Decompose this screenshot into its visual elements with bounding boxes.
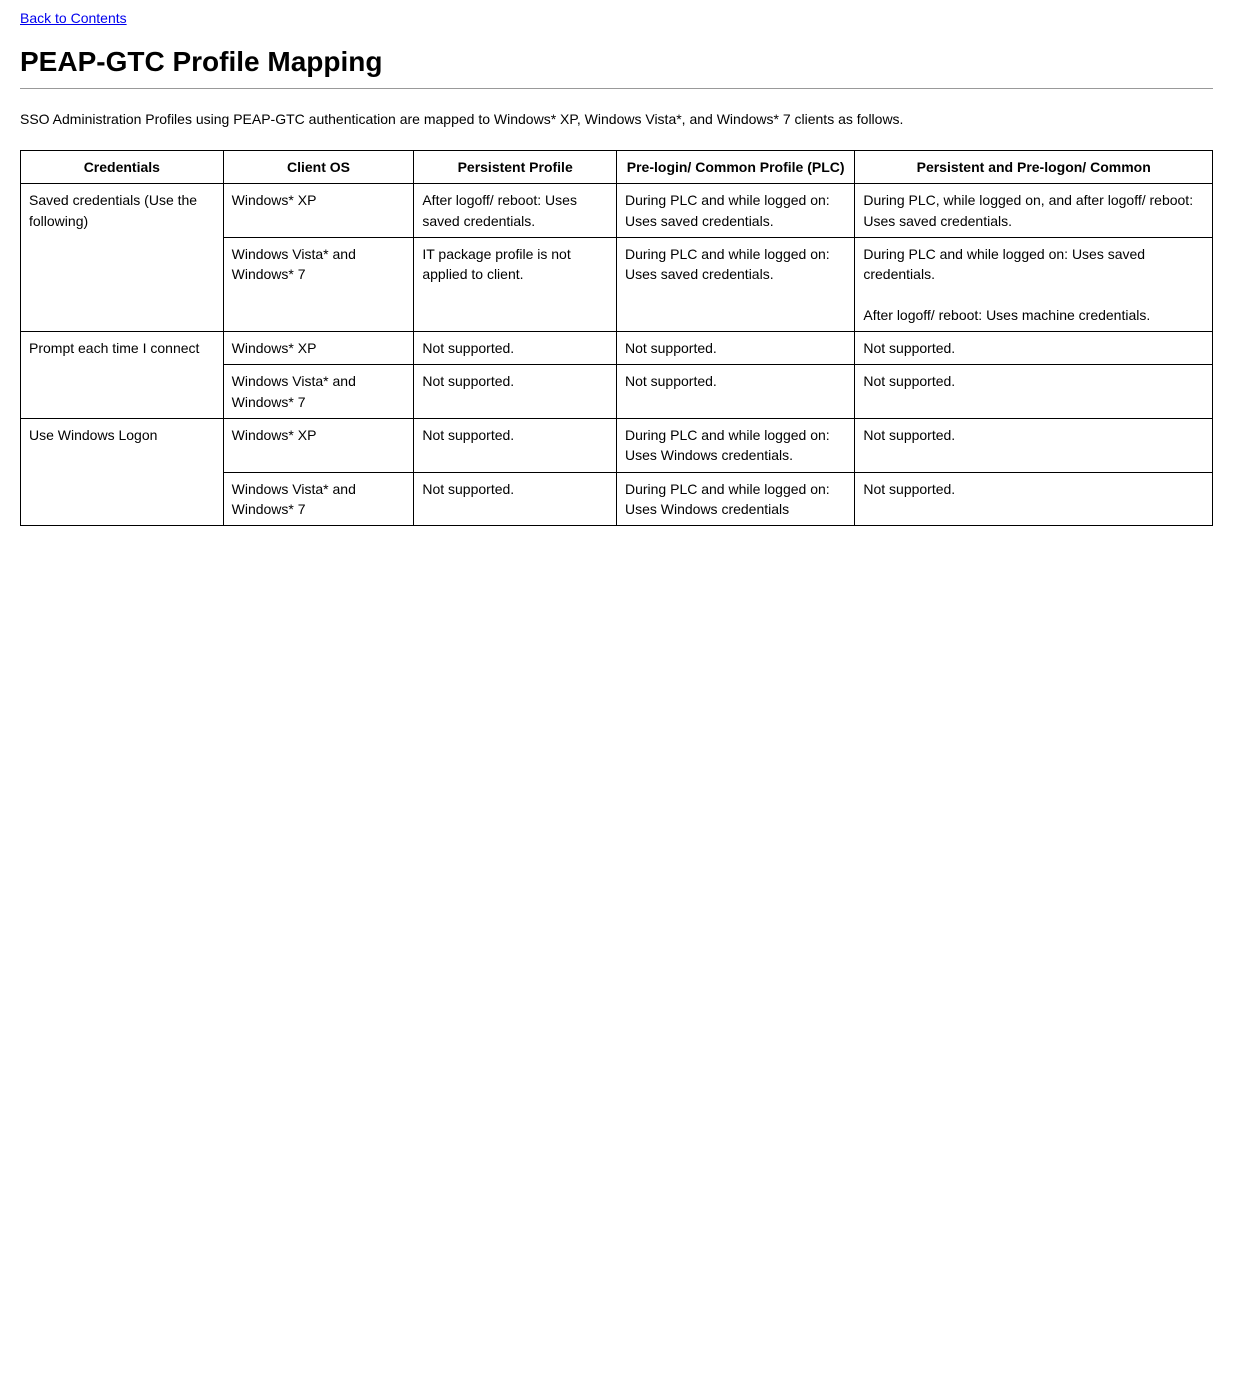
header-persistent-prelogon: Persistent and Pre-logon/ Common [855,151,1213,184]
cell-credentials: Prompt each time I connect [21,332,224,419]
cell-persistent-profile: Not supported. [414,418,617,472]
cell-persistent-prelogon: During PLC and while logged on: Uses sav… [855,237,1213,331]
cell-plc: During PLC and while logged on: Uses sav… [616,184,854,238]
back-to-contents-link[interactable]: Back to Contents [20,10,127,26]
cell-persistent-prelogon: Not supported. [855,332,1213,365]
cell-persistent-prelogon: Not supported. [855,418,1213,472]
cell-plc: During PLC and while logged on: Uses sav… [616,237,854,331]
header-credentials: Credentials [21,151,224,184]
cell-persistent-prelogon: Not supported. [855,365,1213,419]
cell-persistent-prelogon: During PLC, while logged on, and after l… [855,184,1213,238]
mapping-table: Credentials Client OS Persistent Profile… [20,150,1213,526]
table-header-row: Credentials Client OS Persistent Profile… [21,151,1213,184]
cell-os: Windows* XP [223,332,414,365]
cell-persistent-profile: Not supported. [414,332,617,365]
cell-os: Windows Vista* and Windows* 7 [223,472,414,526]
divider [20,88,1213,89]
table-row: Saved credentials (Use the following)Win… [21,184,1213,238]
header-plc: Pre-login/ Common Profile (PLC) [616,151,854,184]
cell-persistent-profile: Not supported. [414,365,617,419]
intro-text: SSO Administration Profiles using PEAP-G… [20,109,1213,130]
cell-persistent-profile: Not supported. [414,472,617,526]
header-persistent-profile: Persistent Profile [414,151,617,184]
cell-os: Windows* XP [223,184,414,238]
cell-plc: During PLC and while logged on: Uses Win… [616,418,854,472]
table-row: Prompt each time I connectWindows* XPNot… [21,332,1213,365]
cell-persistent-profile: IT package profile is not applied to cli… [414,237,617,331]
cell-os: Windows* XP [223,418,414,472]
cell-os: Windows Vista* and Windows* 7 [223,237,414,331]
cell-plc: Not supported. [616,365,854,419]
header-client-os: Client OS [223,151,414,184]
cell-persistent-prelogon: Not supported. [855,472,1213,526]
table-row: Use Windows LogonWindows* XPNot supporte… [21,418,1213,472]
cell-persistent-profile: After logoff/ reboot: Uses saved credent… [414,184,617,238]
cell-os: Windows Vista* and Windows* 7 [223,365,414,419]
cell-plc: Not supported. [616,332,854,365]
cell-plc: During PLC and while logged on: Uses Win… [616,472,854,526]
cell-credentials: Use Windows Logon [21,418,224,525]
page-title: PEAP-GTC Profile Mapping [20,46,1213,78]
cell-credentials: Saved credentials (Use the following) [21,184,224,332]
